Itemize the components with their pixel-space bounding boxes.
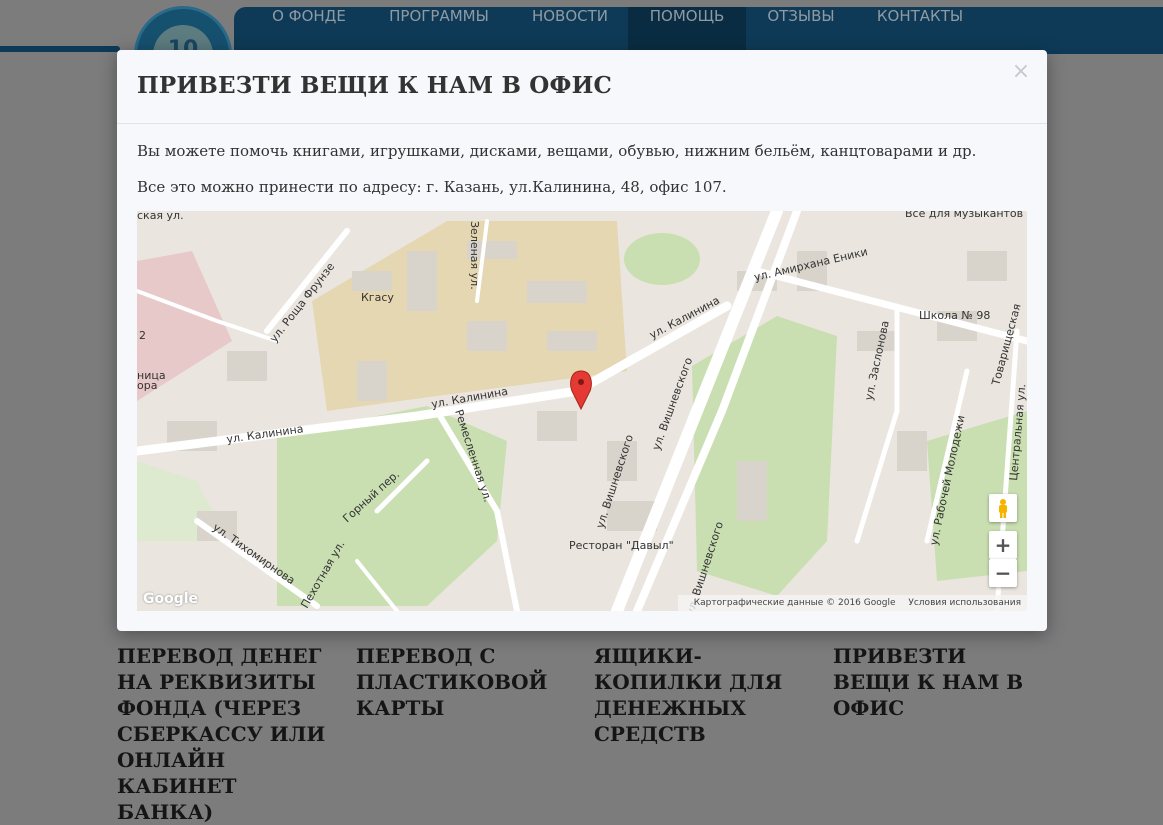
modal-title: ПРИВЕЗТИ ВЕЩИ К НАМ В ОФИС <box>137 72 613 99</box>
zoom-in-button[interactable]: + <box>989 531 1017 559</box>
map-poi-music: Все для музыкантов <box>905 211 1023 220</box>
nav-item-programs[interactable]: ПРОГРАММЫ <box>380 7 498 54</box>
map-label-top-left: ская ул. <box>137 211 184 222</box>
map-poi-hosp-3: ора <box>137 379 157 392</box>
site-header: О ФОНДЕ ПРОГРАММЫ НОВОСТИ ПОМОЩЬ ОТЗЫВЫ … <box>0 0 1163 104</box>
map-poi-restaurant: Ресторан "Давыл" <box>569 539 674 552</box>
modal-address-text: Все это можно принести по адресу: г. Каз… <box>137 178 727 196</box>
nav-item-help[interactable]: ПОМОЩЬ <box>628 7 746 54</box>
modal-help-text: Вы можете помочь книгами, игрушками, дис… <box>137 142 977 160</box>
card-bank-transfer-title[interactable]: ПЕРЕВОД ДЕНЕГ НА РЕКВИЗИТЫ ФОНДА (ЧЕРЕЗ … <box>117 643 337 825</box>
street-view-pegman-icon[interactable] <box>989 494 1017 522</box>
zoom-out-button[interactable]: − <box>989 559 1017 587</box>
main-nav: О ФОНДЕ ПРОГРАММЫ НОВОСТИ ПОМОЩЬ ОТЗЫВЫ … <box>234 7 1163 54</box>
nav-item-about[interactable]: О ФОНДЕ <box>264 7 354 54</box>
map-poi-hosp-1: 2 <box>139 329 146 342</box>
card-bring-items-title[interactable]: ПРИВЕЗТИ ВЕЩИ К НАМ В ОФИС <box>833 643 1043 721</box>
header-accent-line <box>0 46 120 52</box>
nav-item-news[interactable]: НОВОСТИ <box>524 7 616 54</box>
close-icon[interactable]: × <box>1009 60 1033 84</box>
google-map[interactable]: ул. Калинина ул. Калинина ул. Калинина у… <box>137 211 1027 611</box>
map-terms-link[interactable]: Условия использования <box>908 598 1021 608</box>
modal-header: ПРИВЕЗТИ ВЕЩИ К НАМ В ОФИС × <box>117 50 1047 124</box>
google-logo: Google <box>143 591 199 607</box>
map-label-zelenaya: Зеленая ул. <box>468 221 481 290</box>
map-footer: Картографические данные © 2016 Google Ус… <box>677 595 1027 611</box>
bring-items-modal: ПРИВЕЗТИ ВЕЩИ К НАМ В ОФИС × Вы можете п… <box>117 50 1047 631</box>
nav-item-contacts[interactable]: КОНТАКТЫ <box>870 7 970 54</box>
nav-item-reviews[interactable]: ОТЗЫВЫ <box>758 7 844 54</box>
map-poi-kgasu: Кгасу <box>361 291 394 304</box>
map-canvas: ул. Калинина ул. Калинина ул. Калинина у… <box>137 211 1027 611</box>
map-attribution: Картографические данные © 2016 Google <box>693 598 896 608</box>
card-card-transfer-title[interactable]: ПЕРЕВОД С ПЛАСТИКОВОЙ КАРТЫ <box>356 643 547 721</box>
card-donation-boxes-title[interactable]: ЯЩИКИ-КОПИЛКИ ДЛЯ ДЕНЕЖНЫХ СРЕДСТВ <box>594 643 804 747</box>
map-poi-school: Школа № 98 <box>919 309 990 322</box>
